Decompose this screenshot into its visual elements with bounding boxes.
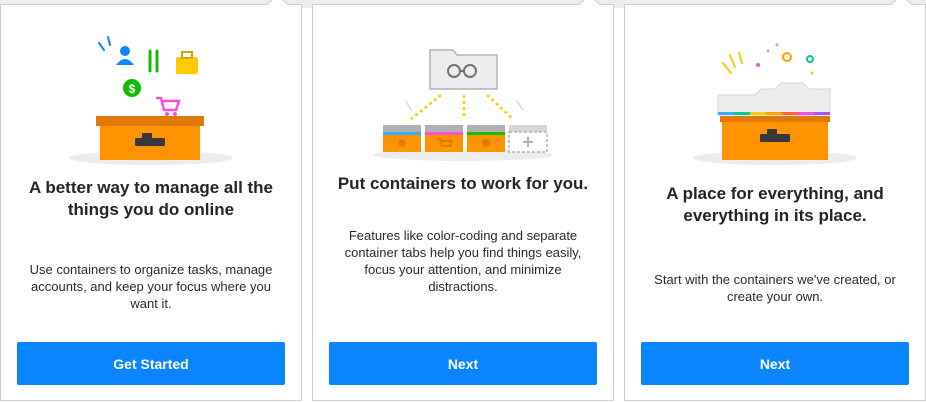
fork-knife-icon: [148, 49, 159, 73]
illustration-container-box: [693, 43, 857, 165]
onboarding-panel-1: $ A better way to manage all the things …: [0, 0, 302, 401]
illustration-work: [373, 49, 553, 161]
next-button[interactable]: Next: [641, 342, 909, 385]
panel-title: A better way to manage all the things yo…: [28, 178, 274, 219]
onboarding-panel-3: A place for everything, and everything i…: [624, 0, 926, 401]
get-started-button[interactable]: Get Started: [17, 342, 285, 385]
svg-text:$: $: [129, 82, 136, 96]
popup-arrow: [266, 0, 289, 16]
onboarding-panel-2: Put containers to work for you. Features…: [312, 0, 614, 401]
illustration-organize: $: [69, 36, 233, 165]
panel-title: A place for everything, and everything i…: [666, 184, 884, 225]
dollar-icon: $: [123, 79, 141, 97]
panel-description: Start with the containers we've created,…: [654, 272, 896, 304]
briefcase-icon: [176, 51, 198, 74]
panel-description: Features like color-coding and separate …: [344, 228, 582, 294]
panel-description: Use containers to organize tasks, manage…: [29, 262, 273, 311]
next-button[interactable]: Next: [329, 342, 597, 385]
shopping-cart-icon: [156, 96, 181, 112]
popup-arrow: [890, 0, 913, 16]
panel-title: Put containers to work for you.: [337, 174, 589, 193]
person-icon: [116, 46, 134, 65]
popup-arrow: [578, 0, 601, 16]
